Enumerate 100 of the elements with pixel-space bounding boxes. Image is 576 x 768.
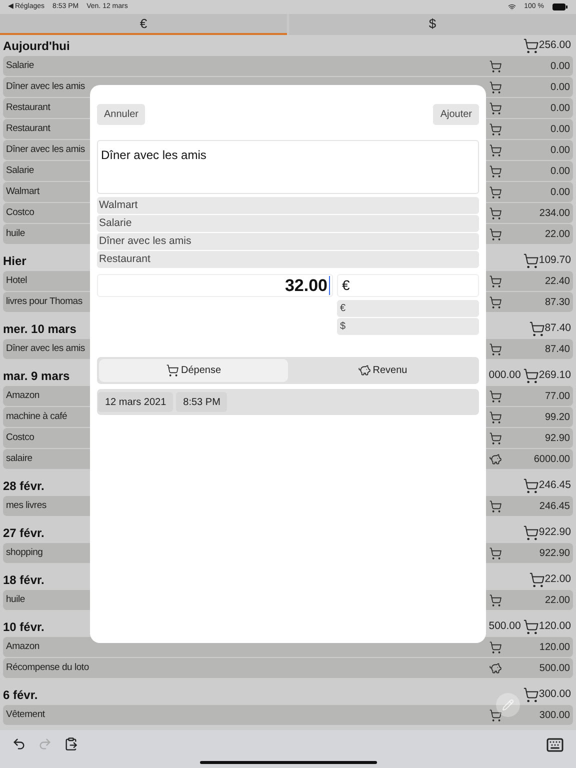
expense-total: 300.00 (538, 687, 572, 702)
transaction-amount: 22.00 (544, 594, 570, 608)
transaction-amount: 99.20 (544, 410, 570, 424)
currency-option[interactable]: $ (337, 318, 479, 335)
transaction-name: livres pour Thomas (6, 294, 82, 309)
piggy-bank-icon (489, 452, 502, 466)
amount-field[interactable]: 32.00 (97, 274, 333, 297)
transaction-amount: 120.00 (538, 640, 570, 654)
description-field[interactable]: Dîner avec les amis (97, 140, 479, 194)
cart-icon (489, 164, 502, 178)
expense-total: 22.00 (544, 572, 572, 588)
transaction-amount: 0.00 (550, 102, 570, 116)
suggestion-item[interactable]: Dîner avec les amis (97, 233, 479, 250)
type-segment[interactable]: Revenu (288, 359, 477, 382)
cart-icon (489, 342, 502, 356)
transaction-row[interactable]: Récompense du loto 500.00 (3, 658, 573, 678)
section-date: Hier (3, 253, 26, 270)
date-button[interactable]: 12 mars 2021 (98, 392, 174, 412)
transaction-name: salaire (6, 452, 32, 466)
cart-icon (522, 478, 539, 494)
transaction-name: huile (6, 226, 25, 241)
transaction-amount: 500.00 (538, 662, 570, 676)
transaction-amount: 246.45 (538, 500, 570, 514)
transaction-name: Salarie (6, 164, 34, 178)
cart-icon (522, 38, 539, 54)
expense-total: 269.10 (538, 368, 572, 384)
transaction-name: shopping (6, 546, 43, 560)
section-date: 18 févr. (3, 572, 44, 589)
cancel-button[interactable]: Annuler (97, 104, 146, 125)
section-date: Aujourd'hui (3, 38, 70, 55)
transaction-amount: 6000.00 (532, 452, 570, 466)
cart-icon (489, 500, 502, 512)
wifi-icon (508, 3, 516, 11)
transaction-name: Vêtement (6, 708, 45, 722)
currency-field[interactable]: € (337, 274, 479, 297)
currency-tab[interactable]: $ (289, 14, 576, 35)
piggy-bank-icon (358, 364, 371, 377)
time-button[interactable]: 8:53 PM (176, 392, 228, 412)
cart-icon (489, 80, 502, 94)
transaction-amount: 234.00 (538, 206, 570, 220)
cart-icon (489, 228, 502, 240)
income-total: 000.00 (488, 368, 521, 384)
transaction-amount: 22.00 (544, 228, 570, 242)
transaction-name: Amazon (6, 640, 40, 654)
expense-total: 246.45 (538, 478, 572, 494)
cart-icon (489, 594, 502, 606)
section-date: mar. 9 mars (3, 368, 70, 385)
cart-icon (489, 296, 502, 308)
transaction-amount: 0.00 (550, 60, 570, 74)
suggestion-item[interactable]: Walmart (97, 197, 479, 214)
transaction-name: Restaurant (6, 100, 50, 115)
type-segment[interactable]: Dépense (99, 359, 288, 382)
undo-icon[interactable] (12, 737, 26, 751)
cart-icon (489, 274, 502, 288)
transaction-amount: 922.90 (538, 546, 570, 560)
cart-icon (489, 640, 502, 654)
transaction-amount: 92.90 (544, 432, 570, 446)
transaction-name: Salarie (6, 58, 34, 73)
transaction-name: Dîner avec les amis (6, 80, 85, 94)
currency-tab[interactable]: € (0, 14, 287, 35)
section-date: 27 févr. (3, 525, 44, 542)
currency-option[interactable]: € (337, 300, 479, 317)
transaction-amount: 0.00 (550, 80, 570, 94)
transaction-amount: 0.00 (550, 164, 570, 178)
clipboard-icon[interactable] (64, 737, 78, 751)
cart-icon (489, 60, 502, 72)
section-date: mer. 10 mars (3, 321, 76, 338)
transaction-name: huile (6, 592, 25, 607)
cart-icon (522, 687, 539, 703)
cart-icon (489, 546, 502, 560)
transaction-row[interactable]: Salarie 0.00 (3, 56, 573, 76)
section-date: 6 févr. (3, 687, 38, 704)
suggestion-item[interactable]: Salarie (97, 215, 479, 232)
cart-icon (489, 102, 502, 114)
cart-icon (528, 572, 545, 588)
transaction-amount: 0.00 (550, 144, 570, 158)
income-total: 500.00 (488, 619, 521, 634)
amount-value: 32.00 (284, 274, 328, 297)
add-button[interactable]: Ajouter (433, 104, 479, 125)
cart-icon (489, 708, 502, 722)
transaction-amount: 22.40 (544, 274, 570, 288)
section-date: 10 févr. (3, 619, 44, 636)
cart-icon (489, 432, 502, 444)
keyboard-icon[interactable] (546, 736, 564, 754)
pencil-icon (502, 699, 514, 711)
transaction-name: Amazon (6, 388, 40, 403)
transaction-name: Hotel (6, 274, 27, 288)
suggestion-item[interactable]: Restaurant (97, 251, 479, 268)
section-date: 28 févr. (3, 478, 44, 495)
expense-total: 109.70 (538, 253, 572, 268)
cart-icon (522, 525, 539, 541)
transaction-amount: 300.00 (538, 708, 570, 722)
transaction-amount: 87.30 (544, 296, 570, 310)
transaction-name: machine à café (6, 410, 68, 424)
transaction-amount: 77.00 (544, 390, 570, 404)
transaction-name: Restaurant (6, 122, 50, 136)
cart-icon (489, 206, 502, 220)
transaction-row[interactable]: Vêtement 300.00 (3, 705, 573, 725)
transaction-name: Costco (6, 206, 34, 220)
transaction-name: Dîner avec les amis (6, 342, 85, 356)
